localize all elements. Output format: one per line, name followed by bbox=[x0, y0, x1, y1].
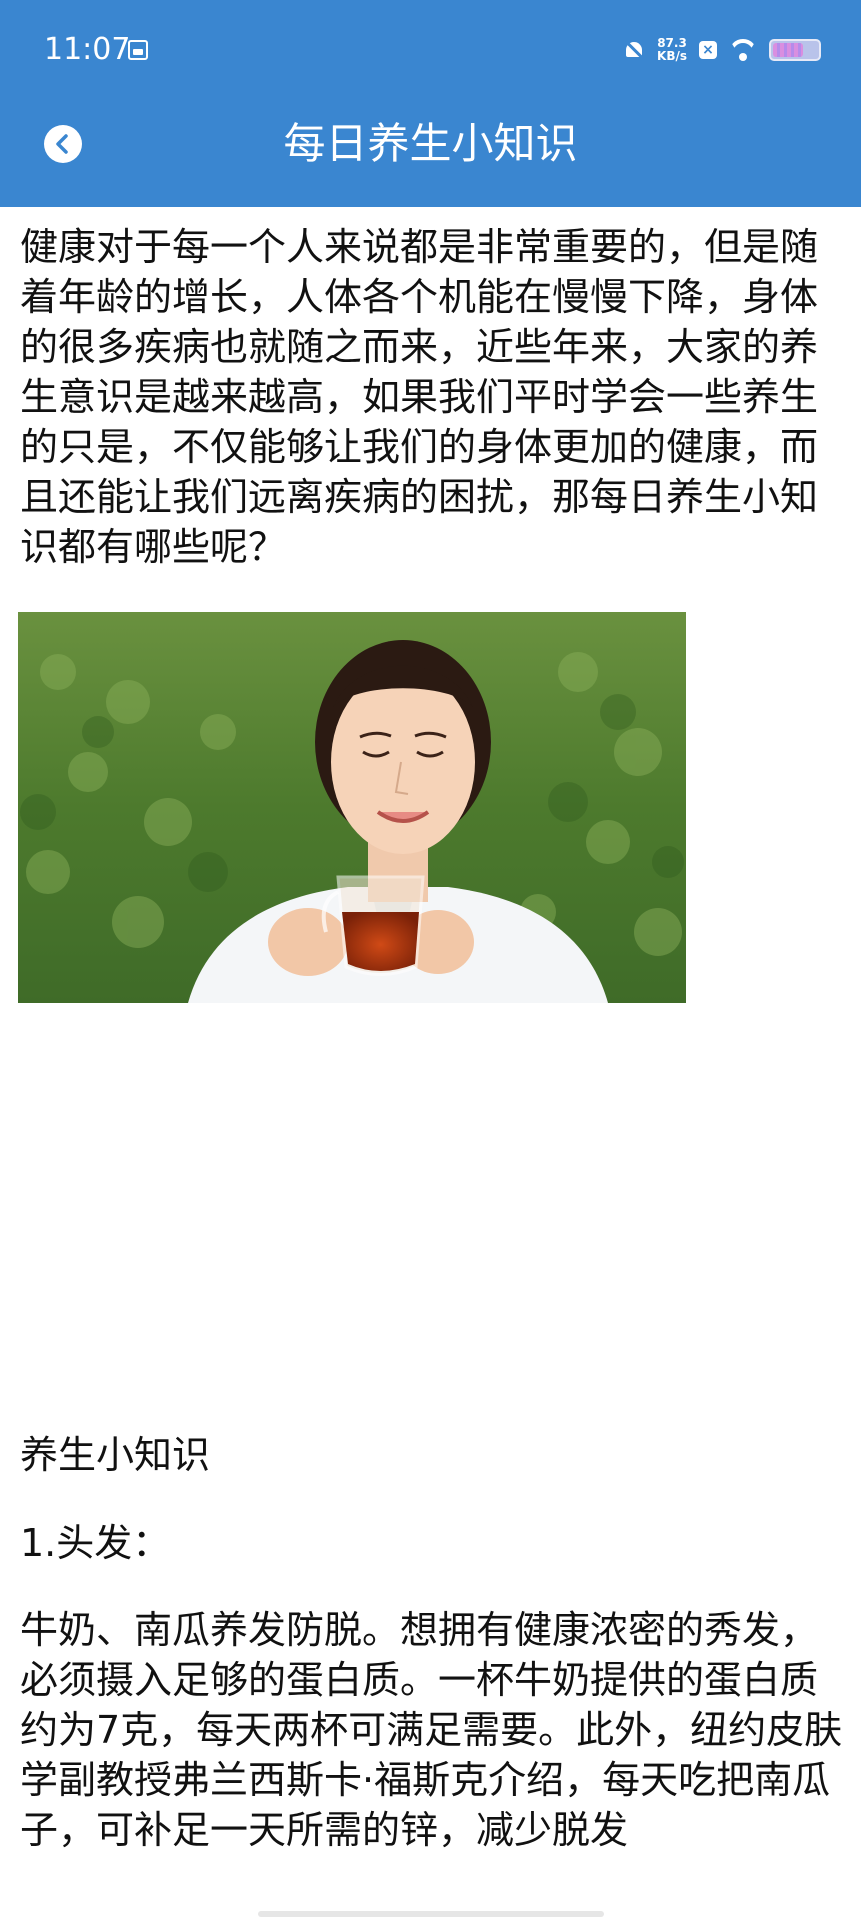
article-photo-woman-drinking-tea bbox=[18, 612, 686, 1003]
sim-off-icon: × bbox=[699, 41, 717, 59]
network-speed-unit: KB/s bbox=[657, 49, 687, 63]
network-speed: 87.3 KB/s bbox=[657, 37, 687, 63]
item-1-title: 1.头发： bbox=[20, 1521, 171, 1565]
page-title: 每日养生小知识 bbox=[283, 119, 578, 168]
home-indicator[interactable] bbox=[258, 1911, 604, 1917]
notification-app-icon bbox=[128, 40, 148, 60]
status-icons: 87.3 KB/s × bbox=[623, 34, 821, 66]
article-intro: 健康对于每一个人来说都是非常重要的，但是随着年龄的增长，人体各个机能在慢慢下降，… bbox=[20, 225, 819, 569]
section-title: 养生小知识 bbox=[20, 1433, 211, 1477]
status-time: 11:07 bbox=[44, 32, 131, 67]
battery-icon bbox=[769, 39, 821, 61]
mute-icon bbox=[623, 39, 645, 61]
wifi-icon bbox=[729, 39, 757, 61]
app-header: 11:07 87.3 KB/s × 每日养生小知识 bbox=[0, 0, 861, 207]
item-1-text: 牛奶、南瓜养发防脱。想拥有健康浓密的秀发，必须摄入足够的蛋白质。一杯牛奶提供的蛋… bbox=[20, 1608, 843, 1852]
